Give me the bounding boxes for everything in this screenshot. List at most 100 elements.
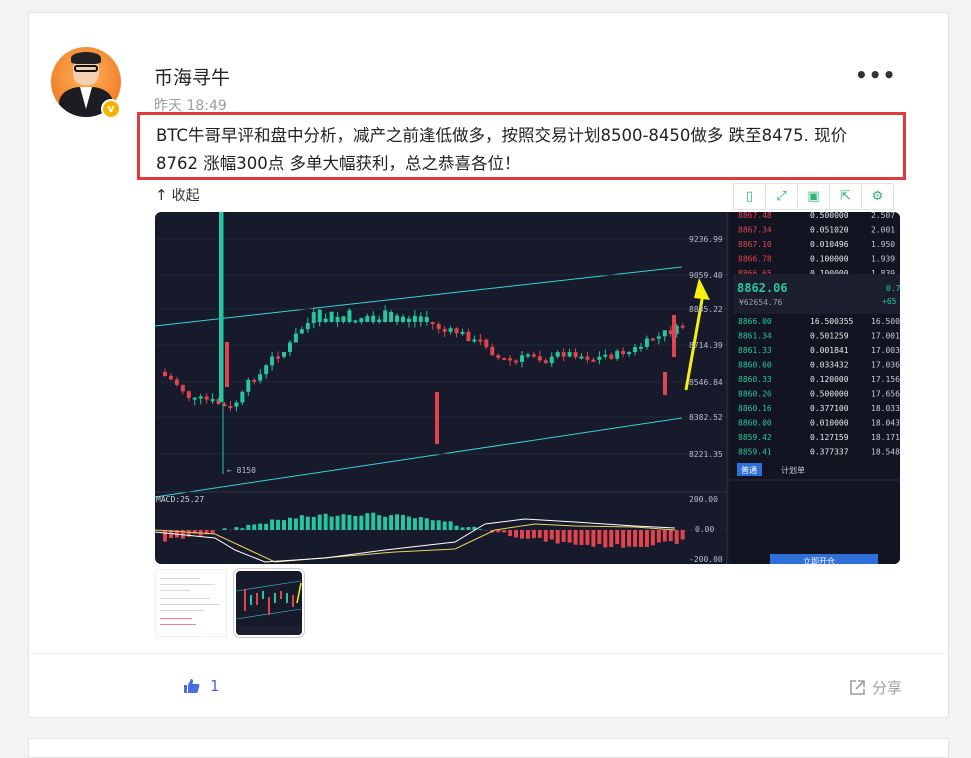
order-book-row: 8866.780.1000001.939 bbox=[738, 255, 895, 264]
chart-screenshot[interactable]: 9236.99 9059.40 8885.22 8714.39 8546.84 … bbox=[155, 212, 900, 564]
candlestick-chart: 9236.99 9059.40 8885.22 8714.39 8546.84 … bbox=[155, 212, 900, 564]
macd-bar bbox=[597, 530, 601, 544]
candle bbox=[437, 324, 441, 329]
candle bbox=[538, 356, 542, 360]
macd-bar bbox=[574, 530, 578, 545]
save-icon[interactable]: ▣ bbox=[797, 183, 830, 210]
macd-bar bbox=[550, 530, 554, 539]
candle bbox=[478, 339, 482, 341]
macd-bar bbox=[538, 530, 542, 538]
macd-bar bbox=[556, 530, 560, 543]
order-book-cell: 2.507 bbox=[871, 212, 895, 220]
candle bbox=[520, 355, 524, 362]
change-amount: +65 bbox=[882, 297, 897, 306]
candle bbox=[353, 320, 357, 322]
macd-bar bbox=[163, 530, 167, 542]
order-book-cell: 18.033 bbox=[871, 404, 900, 413]
candles-group bbox=[163, 212, 685, 474]
order-book-cell: 0.120000 bbox=[810, 375, 849, 384]
order-book-cell: 17.003 bbox=[871, 346, 900, 355]
thumbnail-chart[interactable] bbox=[234, 569, 304, 637]
macd-bar bbox=[532, 530, 536, 538]
order-book-cell: 18.548 bbox=[871, 448, 900, 457]
candle bbox=[580, 357, 584, 359]
candle bbox=[401, 317, 405, 322]
order-book-cell: 1.939 bbox=[871, 255, 895, 264]
order-book-cell: 0.500000 bbox=[810, 212, 849, 220]
macd-bar bbox=[526, 530, 530, 539]
open-position-label: 立即开仓 bbox=[803, 556, 835, 564]
candle bbox=[336, 317, 340, 322]
macd-bar bbox=[240, 528, 244, 530]
footer-divider bbox=[29, 653, 948, 654]
candle bbox=[550, 357, 554, 364]
candle bbox=[407, 319, 411, 322]
macd-bar bbox=[568, 530, 572, 543]
author-name[interactable]: 币海寻牛 bbox=[154, 63, 230, 90]
candle bbox=[187, 391, 191, 398]
candle bbox=[252, 380, 256, 382]
order-book-cell: 0.501259 bbox=[810, 332, 849, 341]
macd-bar bbox=[395, 514, 399, 530]
macd-bar bbox=[425, 518, 429, 530]
order-book-row: 8860.600.03343217.036 bbox=[738, 361, 900, 370]
fullscreen-icon[interactable]: ⤢ bbox=[765, 183, 798, 210]
macd-bar bbox=[413, 518, 417, 530]
settings-icon[interactable]: ⚙ bbox=[861, 183, 894, 210]
order-book-row: 8867.480.5000002.507 bbox=[738, 212, 895, 220]
copy-icon[interactable]: ▯ bbox=[733, 183, 766, 210]
candle bbox=[288, 342, 292, 352]
macd-bar bbox=[508, 530, 512, 536]
order-book-cell: 0.127159 bbox=[810, 433, 849, 442]
candle bbox=[544, 360, 548, 363]
export-icon[interactable]: ⇱ bbox=[829, 183, 862, 210]
like-button[interactable]: 1 bbox=[183, 677, 220, 695]
candle bbox=[639, 347, 643, 349]
order-book-cell: 0.377337 bbox=[810, 448, 849, 457]
order-book-row: 8861.340.50125917.001 bbox=[738, 332, 900, 341]
candle bbox=[163, 372, 167, 376]
candle bbox=[484, 340, 488, 347]
candle bbox=[282, 352, 286, 357]
order-book-row: 8860.000.01000018.043 bbox=[738, 419, 900, 428]
order-book-cell: 8860.16 bbox=[738, 404, 772, 413]
macd-bar bbox=[389, 515, 393, 530]
candle bbox=[591, 360, 595, 362]
candle bbox=[294, 334, 298, 343]
candle bbox=[435, 392, 439, 444]
candle bbox=[342, 316, 346, 322]
candle bbox=[490, 347, 494, 355]
macd-bar bbox=[502, 530, 506, 532]
candle bbox=[389, 312, 393, 322]
order-book-cell: 0.100000 bbox=[810, 255, 849, 264]
like-count: 1 bbox=[210, 677, 220, 695]
candle bbox=[603, 355, 607, 357]
macd-bar bbox=[258, 524, 262, 530]
collapse-button[interactable]: ↑收起 bbox=[155, 185, 200, 205]
share-button[interactable]: 分享 bbox=[849, 677, 902, 698]
macd-bar bbox=[621, 530, 625, 548]
macd-bar bbox=[234, 527, 238, 530]
macd-bar bbox=[377, 515, 381, 530]
more-options-icon[interactable]: ••• bbox=[855, 63, 896, 87]
order-book-cell: 0.010496 bbox=[810, 240, 849, 249]
tab-normal: 普通 bbox=[741, 465, 757, 475]
order-book-cell: 17.001 bbox=[871, 332, 900, 341]
order-book-cell: 17.656 bbox=[871, 390, 900, 399]
share-icon bbox=[849, 679, 866, 696]
candle bbox=[324, 319, 328, 322]
candle bbox=[449, 328, 453, 331]
tab-plan: 计划单 bbox=[781, 465, 805, 475]
price-tick: 9236.99 bbox=[689, 235, 723, 244]
candle bbox=[574, 352, 578, 357]
candle bbox=[508, 358, 512, 360]
order-book-cell: 8859.41 bbox=[738, 448, 772, 457]
thumbnail-document[interactable] bbox=[155, 569, 227, 637]
candle bbox=[211, 399, 215, 401]
macd-bar bbox=[312, 517, 316, 530]
order-book-cell: 0.001841 bbox=[810, 346, 849, 355]
candle bbox=[306, 323, 310, 329]
candle bbox=[597, 357, 601, 360]
macd-bar bbox=[252, 524, 256, 530]
candle bbox=[264, 365, 268, 374]
